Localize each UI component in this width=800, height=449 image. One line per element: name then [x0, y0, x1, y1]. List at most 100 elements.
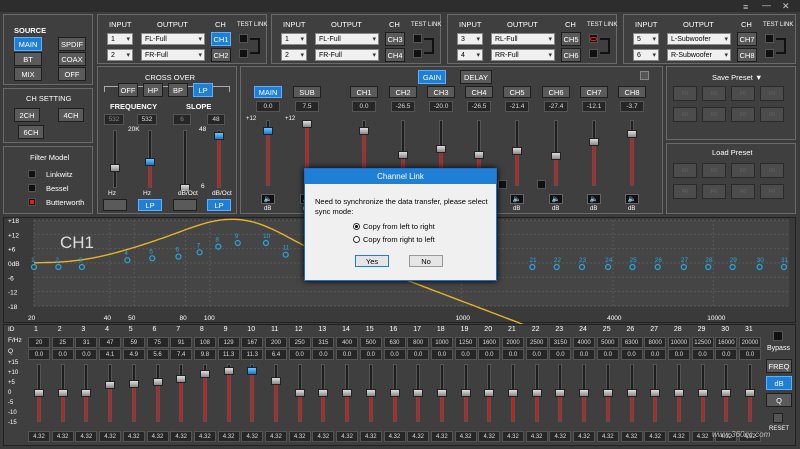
radio-left-to-right[interactable]: Copy from left to right	[353, 222, 435, 231]
output-select[interactable]: FR-Full	[141, 49, 205, 61]
eq-q-value[interactable]: 4.32	[51, 431, 74, 442]
eq-q-value[interactable]: 4.32	[193, 431, 216, 442]
gain-channel-ch2-button[interactable]: CH2	[389, 86, 417, 98]
output-select[interactable]: R-Subwoofer	[667, 49, 731, 61]
eq-gain-value[interactable]: 0.0	[312, 349, 335, 360]
eq-gain-value[interactable]: 0.0	[573, 349, 596, 360]
eq-freq-value[interactable]: 500	[359, 337, 382, 348]
eq-slider-thumb[interactable]	[413, 389, 424, 397]
eq-q-value[interactable]: 4.32	[170, 431, 193, 442]
eq-q-value[interactable]: 4.32	[691, 431, 714, 442]
eq-slider-thumb[interactable]	[34, 389, 44, 397]
filter-checkbox-linkwitz[interactable]	[28, 170, 36, 178]
eq-gain-value[interactable]: 0.0	[75, 349, 98, 360]
eq-slider-thumb[interactable]	[389, 389, 400, 397]
lp-freq-value[interactable]: 532	[137, 114, 157, 125]
eq-freq-value[interactable]: 2500	[525, 337, 548, 348]
channel-button[interactable]: CH7	[737, 32, 757, 46]
load-preset-slot-button[interactable]: F0	[760, 163, 784, 178]
gain-slider-thumb[interactable]	[302, 120, 312, 129]
eq-slider-thumb[interactable]	[721, 389, 732, 397]
eq-gain-value[interactable]: 0.0	[430, 349, 453, 360]
eq-freq-value[interactable]: 75	[146, 337, 169, 348]
gain-value[interactable]: -3.7	[620, 101, 644, 112]
save-preset-slot-button[interactable]: F0	[702, 107, 726, 122]
eq-slider-thumb[interactable]	[484, 389, 495, 397]
crossover-type-button[interactable]	[103, 199, 127, 211]
eq-slider-track[interactable]	[108, 364, 113, 422]
eq-freq-value[interactable]: 1000	[430, 337, 453, 348]
link-bracket-icon[interactable]	[600, 38, 610, 54]
eq-slider-track[interactable]	[274, 364, 278, 422]
gain-slider-thumb[interactable]	[589, 138, 599, 147]
crossover-slider-track[interactable]	[183, 130, 187, 188]
eq-slider-thumb[interactable]	[247, 367, 258, 376]
test-toggle[interactable]	[589, 49, 598, 58]
eq-q-value[interactable]: 4.32	[549, 431, 572, 442]
eq-q-value[interactable]: 4.32	[478, 431, 501, 442]
eq-freq-value[interactable]: 200	[265, 337, 287, 348]
eq-slider-thumb[interactable]	[294, 389, 305, 397]
gain-slider-thumb[interactable]	[512, 146, 522, 155]
hamburger-icon[interactable]: ≡	[743, 2, 748, 12]
bypass-checkbox[interactable]	[773, 331, 783, 341]
delay-tab[interactable]: DELAY	[460, 70, 492, 84]
gain-slider-thumb[interactable]	[474, 151, 484, 160]
eq-slider-thumb[interactable]	[579, 389, 590, 397]
load-preset-slot-button[interactable]: F0	[673, 184, 697, 199]
eq-freq-value[interactable]: 6300	[620, 337, 643, 348]
eq-q-value[interactable]: 4.32	[359, 431, 382, 442]
eq-q-value[interactable]: 4.32	[620, 431, 643, 442]
eq-slider-track[interactable]	[179, 364, 184, 422]
gain-value[interactable]: 0.0	[352, 101, 376, 112]
eq-freq-value[interactable]: 8000	[644, 337, 667, 348]
ch-2ch-button[interactable]: 2CH	[14, 108, 40, 122]
output-select[interactable]: RL-Full	[491, 33, 555, 45]
gain-slider-thumb[interactable]	[263, 127, 273, 135]
channel-button[interactable]: CH3	[385, 32, 405, 46]
eq-gain-value[interactable]: 0.0	[383, 349, 406, 360]
gain-slider-track[interactable]	[592, 120, 596, 186]
eq-q-value[interactable]: 4.32	[217, 431, 240, 442]
eq-freq-value[interactable]: 10000	[667, 337, 690, 348]
dialog-yes-button[interactable]: Yes	[355, 255, 389, 267]
eq-gain-value[interactable]: 0.0	[691, 349, 714, 360]
eq-freq-value[interactable]: 129	[217, 337, 240, 348]
eq-q-value[interactable]: 4.32	[430, 431, 453, 442]
eq-q-value[interactable]: 4.32	[28, 431, 50, 442]
eq-q-value[interactable]: 4.32	[525, 431, 548, 442]
eq-freq-value[interactable]: 47	[99, 337, 122, 348]
eq-slider-thumb[interactable]	[271, 376, 281, 385]
eq-q-value[interactable]: 4.32	[383, 431, 406, 442]
options-icon[interactable]	[640, 71, 649, 80]
eq-q-value[interactable]: 4.32	[336, 431, 359, 442]
eq-slider-thumb[interactable]	[105, 381, 116, 390]
eq-slider-thumb[interactable]	[436, 389, 447, 397]
eq-q-value[interactable]: 4.32	[75, 431, 98, 442]
eq-slider-thumb[interactable]	[81, 389, 92, 397]
speaker-icon[interactable]: 🔈	[510, 194, 524, 204]
save-preset-slot-button[interactable]: F0	[760, 86, 784, 101]
eq-gain-value[interactable]: 7.4	[170, 349, 193, 360]
gain-channel-sub-button[interactable]: SUB	[293, 86, 321, 98]
gain-slider-thumb[interactable]	[436, 145, 446, 154]
eq-gain-value[interactable]: 4.1	[99, 349, 122, 360]
eq-gain-value[interactable]: 0.0	[739, 349, 761, 360]
channel-button[interactable]: CH5	[561, 32, 581, 46]
eq-freq-value[interactable]: 250	[288, 337, 311, 348]
gain-value[interactable]: 7.5	[295, 101, 319, 112]
speaker-icon[interactable]: 🔈	[549, 194, 563, 204]
source-mix-button[interactable]: MIX	[14, 67, 42, 81]
gain-channel-ch6-button[interactable]: CH6	[542, 86, 570, 98]
eq-gain-value[interactable]: 0.0	[644, 349, 667, 360]
eq-q-value[interactable]: 4.32	[502, 431, 524, 442]
eq-slider-thumb[interactable]	[508, 389, 518, 397]
crossover-slider-thumb[interactable]	[145, 157, 155, 166]
eq-freq-value[interactable]: 3150	[549, 337, 572, 348]
input-select[interactable]: 1	[281, 33, 307, 45]
crossover-slider-track[interactable]	[113, 130, 117, 188]
phase-toggle[interactable]	[498, 180, 507, 189]
phase-toggle[interactable]	[537, 180, 546, 189]
eq-gain-value[interactable]: 0.0	[549, 349, 572, 360]
gain-channel-main-button[interactable]: MAIN	[254, 86, 282, 98]
